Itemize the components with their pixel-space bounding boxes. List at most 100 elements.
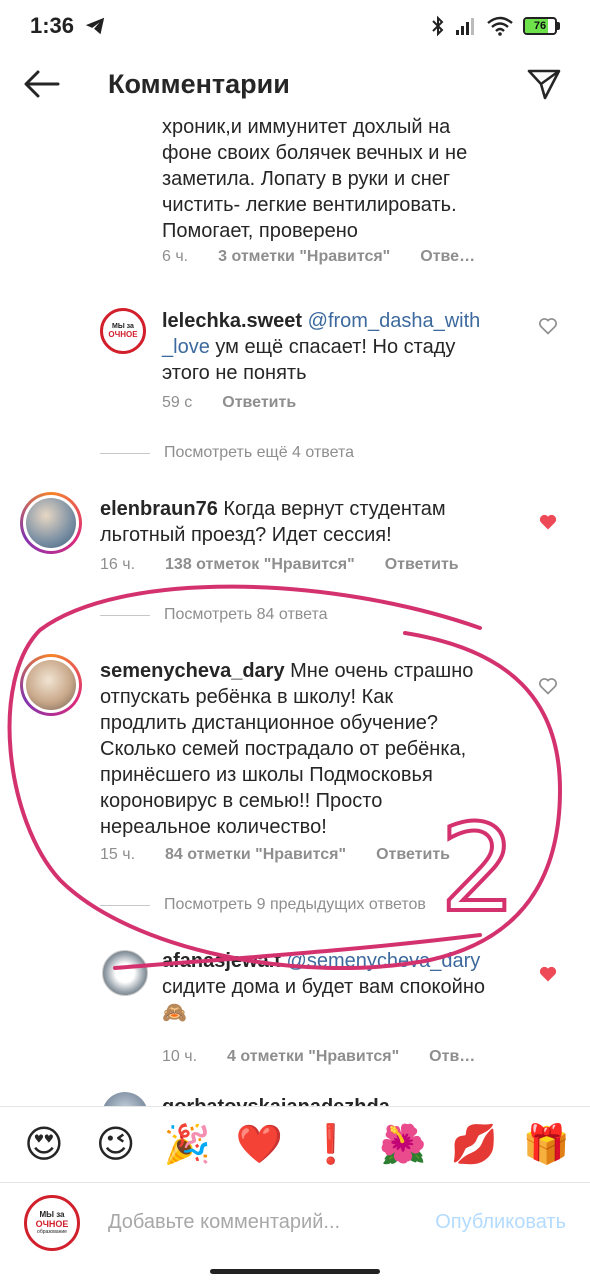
logo-text: МЫ за: [39, 1210, 65, 1219]
page-title: Комментарии: [108, 68, 290, 99]
heart-filled-icon[interactable]: [538, 512, 558, 532]
emoji-exclamation-button[interactable]: ❗: [303, 1126, 359, 1164]
emoji-heart-eyes-button[interactable]: 😍: [16, 1126, 72, 1164]
publish-button[interactable]: Опубликовать: [435, 1211, 566, 1234]
reply-button[interactable]: Ответить: [222, 394, 296, 412]
my-avatar: МЫ за ОЧНОЕ образование: [24, 1194, 80, 1251]
signal-icon: [456, 18, 474, 35]
likes-count[interactable]: 138 отметок "Нравится": [165, 556, 355, 574]
comment-text: elenbraun76 Когда вернут студентам льгот…: [100, 496, 520, 548]
view-more-label: Посмотреть ещё 4 ответа: [164, 444, 355, 461]
comment-time: 10 ч.: [162, 1048, 198, 1065]
view-more-label: Посмотреть 9 предыдущих ответов: [164, 896, 426, 913]
comment-text: lelechka.sweet @from_dasha_with _love ум…: [162, 308, 502, 386]
heart-outline-icon[interactable]: [538, 316, 558, 336]
comment-line: Сколько семей пострадало от ребёнка,: [100, 738, 467, 760]
logo-text: МЫ за: [112, 323, 134, 330]
logo-text: образование: [37, 1229, 67, 1235]
comment-line: хроник,и иммунитет дохлый на: [162, 116, 451, 138]
comment-time: 6 ч.: [162, 248, 189, 265]
bluetooth-icon: [432, 15, 444, 37]
comment-meta: 16 ч. 138 отметок "Нравится" Ответить: [100, 556, 459, 574]
logo-text: ОЧНОЕ: [35, 1219, 69, 1229]
telegram-icon: [85, 17, 105, 35]
comment-input[interactable]: [108, 1211, 436, 1234]
reply-button[interactable]: Ответить: [385, 556, 459, 574]
status-time: 1:36: [30, 13, 75, 38]
wifi-icon: [487, 16, 513, 36]
comment-line: продлить дистанционное обучение?: [100, 712, 439, 734]
likes-count[interactable]: 4 отметки "Нравится": [227, 1048, 399, 1066]
comment-body: ум ещё спасает! Но стаду: [209, 336, 456, 358]
battery-indicator: 76: [523, 17, 560, 35]
avatar[interactable]: [102, 1092, 148, 1106]
reply-button[interactable]: Отв…: [429, 1048, 475, 1066]
view-more-replies[interactable]: Посмотреть 84 ответа: [100, 606, 328, 624]
comment-body: льготный проезд? Идет сессия!: [100, 524, 392, 546]
comment-line: отпускать ребёнка в школу! Как: [100, 686, 394, 708]
likes-count[interactable]: 3 отметки "Нравится": [218, 248, 390, 266]
comment-time: 59 с: [162, 394, 193, 411]
comment-line: Помогает, проверено: [162, 220, 358, 242]
heart-filled-icon[interactable]: [538, 964, 558, 984]
view-more-replies[interactable]: Посмотреть ещё 4 ответа: [100, 444, 354, 462]
comment-text: afanasjewa.t @semenycheva_dary сидите до…: [162, 948, 512, 1026]
mention-link[interactable]: @semenycheva_dary: [287, 950, 481, 972]
comment-text: хроник,и иммунитет дохлый на фоне своих …: [162, 116, 467, 244]
comments-feed[interactable]: хроник,и иммунитет дохлый на фоне своих …: [0, 116, 590, 1106]
comment-body: этого не понять: [162, 362, 307, 384]
avatar[interactable]: [20, 654, 82, 716]
username-link[interactable]: gorbatovskajanadezhda: [162, 1096, 390, 1106]
comment-text: semenycheva_dary Мне очень страшно отпус…: [100, 658, 540, 840]
comment-time: 16 ч.: [100, 556, 136, 573]
emoji-party-button[interactable]: 🎉: [159, 1126, 215, 1164]
emoji-gift-button[interactable]: 🎁: [518, 1126, 574, 1164]
view-more-label: Посмотреть 84 ответа: [164, 606, 328, 623]
paper-plane-icon: [527, 69, 561, 100]
home-indicator[interactable]: [210, 1269, 380, 1274]
emoji-wink-button[interactable]: 😉: [88, 1126, 144, 1164]
comment-time: 15 ч.: [100, 846, 136, 863]
emoji-quick-bar: 😍 😉 🎉 ❤️ ❗ 🌺 💋 🎁: [0, 1106, 590, 1182]
reply-button[interactable]: Ответить: [376, 846, 450, 864]
share-button[interactable]: [524, 64, 564, 104]
back-button[interactable]: [18, 60, 66, 108]
username-link[interactable]: lelechka.sweet: [162, 310, 302, 332]
username-link[interactable]: afanasjewa.t: [162, 950, 281, 972]
arrow-left-icon: [24, 70, 60, 98]
mention-link[interactable]: _love: [162, 336, 210, 358]
header: Комментарии: [0, 52, 590, 116]
status-icons: 76: [431, 15, 560, 37]
emoji-flower-button[interactable]: 🌺: [375, 1126, 431, 1164]
comment-meta: 59 с Ответить: [162, 394, 296, 412]
comment-line: принёсшего из школы Подмосковья: [100, 764, 433, 786]
comment-text: gorbatovskajanadezhda: [162, 1094, 390, 1106]
comment-meta: 15 ч. 84 отметки "Нравится" Ответить: [100, 846, 450, 864]
comment-emoji: 🙈: [162, 1002, 187, 1024]
comment-body: Когда вернут студентам: [217, 498, 446, 520]
comment-line: короновирус в семью!! Просто: [100, 790, 383, 812]
comment-body: сидите дома и будет вам спокойно: [162, 976, 485, 998]
comment-body: Мне очень страшно: [284, 660, 474, 682]
username-link[interactable]: semenycheva_dary: [100, 660, 285, 682]
username-link[interactable]: elenbraun76: [100, 498, 218, 520]
avatar[interactable]: [102, 950, 148, 996]
comment-line: нереальное количество!: [100, 816, 327, 838]
avatar[interactable]: [20, 492, 82, 554]
comment-line: фоне своих болячек вечных и не: [162, 142, 468, 164]
mention-link[interactable]: @from_dasha_with: [308, 310, 481, 332]
reply-button[interactable]: Отве…: [420, 248, 475, 266]
comment-line: чистить- легкие вентилировать.: [162, 194, 457, 216]
emoji-kiss-button[interactable]: 💋: [446, 1126, 502, 1164]
heart-outline-icon[interactable]: [538, 676, 558, 696]
battery-percent: 76: [533, 20, 547, 32]
logo-text: ОЧНОЕ: [108, 330, 138, 339]
comment-meta: 6 ч. 3 отметки "Нравится" Отве…: [162, 248, 475, 266]
view-more-replies[interactable]: Посмотреть 9 предыдущих ответов: [100, 896, 426, 914]
status-bar: 1:36 76: [0, 0, 590, 52]
emoji-heart-button[interactable]: ❤️: [231, 1126, 287, 1164]
comment-line: заметила. Лопату в руки и снег: [162, 168, 451, 190]
comment-composer: МЫ за ОЧНОЕ образование Опубликовать: [0, 1182, 590, 1262]
avatar[interactable]: МЫ за ОЧНОЕ: [100, 308, 146, 354]
likes-count[interactable]: 84 отметки "Нравится": [165, 846, 346, 864]
